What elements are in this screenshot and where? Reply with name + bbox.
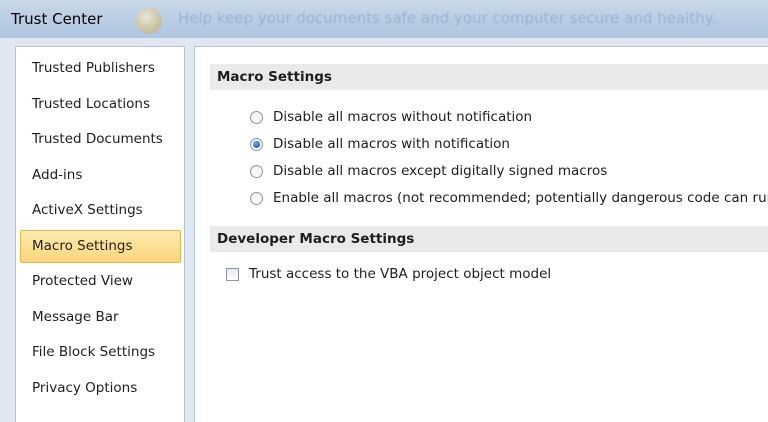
sidebar-item-activex-settings[interactable]: ActiveX Settings (20, 195, 181, 228)
window-title: Trust Center (11, 10, 103, 28)
option-label: Disable all macros except digitally sign… (273, 163, 608, 179)
sidebar: Trusted Publishers Trusted Locations Tru… (15, 46, 185, 422)
radio-button[interactable] (250, 164, 263, 178)
sidebar-item-protected-view[interactable]: Protected View (20, 266, 181, 299)
title-bar: Trust Center Help keep your documents sa… (0, 0, 768, 38)
trust-vba-access-option[interactable]: Trust access to the VBA project object m… (226, 266, 551, 282)
sidebar-item-add-ins[interactable]: Add-ins (20, 160, 181, 193)
option-label: Disable all macros without notification (273, 109, 533, 125)
radio-disable-except-signed[interactable]: Disable all macros except digitally sign… (250, 163, 607, 179)
main-panel: Macro Settings Disable all macros withou… (194, 46, 768, 422)
trust-center-shield-icon (136, 8, 162, 34)
title-hint-text: Help keep your documents safe and your c… (178, 9, 717, 27)
macro-settings-header: Macro Settings (210, 64, 768, 90)
option-label: Disable all macros with notification (273, 136, 510, 152)
sidebar-item-trusted-documents[interactable]: Trusted Documents (20, 124, 181, 157)
radio-button[interactable] (250, 110, 263, 124)
radio-disable-with-notification[interactable]: Disable all macros with notification (250, 136, 510, 152)
radio-button[interactable] (250, 191, 263, 205)
radio-button-selected[interactable] (250, 137, 263, 151)
sidebar-item-trusted-publishers[interactable]: Trusted Publishers (20, 53, 181, 86)
sidebar-item-message-bar[interactable]: Message Bar (20, 302, 181, 335)
developer-macro-settings-header: Developer Macro Settings (210, 226, 768, 252)
sidebar-item-privacy-options[interactable]: Privacy Options (20, 373, 181, 406)
radio-disable-without-notification[interactable]: Disable all macros without notification (250, 109, 532, 125)
sidebar-item-trusted-locations[interactable]: Trusted Locations (20, 89, 181, 122)
trust-vba-checkbox[interactable] (226, 267, 239, 281)
option-label: Trust access to the VBA project object m… (249, 266, 552, 282)
sidebar-item-file-block-settings[interactable]: File Block Settings (20, 337, 181, 370)
radio-enable-all-macros[interactable]: Enable all macros (not recommended; pote… (250, 190, 768, 206)
option-label: Enable all macros (not recommended; pote… (273, 190, 768, 206)
sidebar-item-macro-settings[interactable]: Macro Settings (20, 230, 181, 263)
